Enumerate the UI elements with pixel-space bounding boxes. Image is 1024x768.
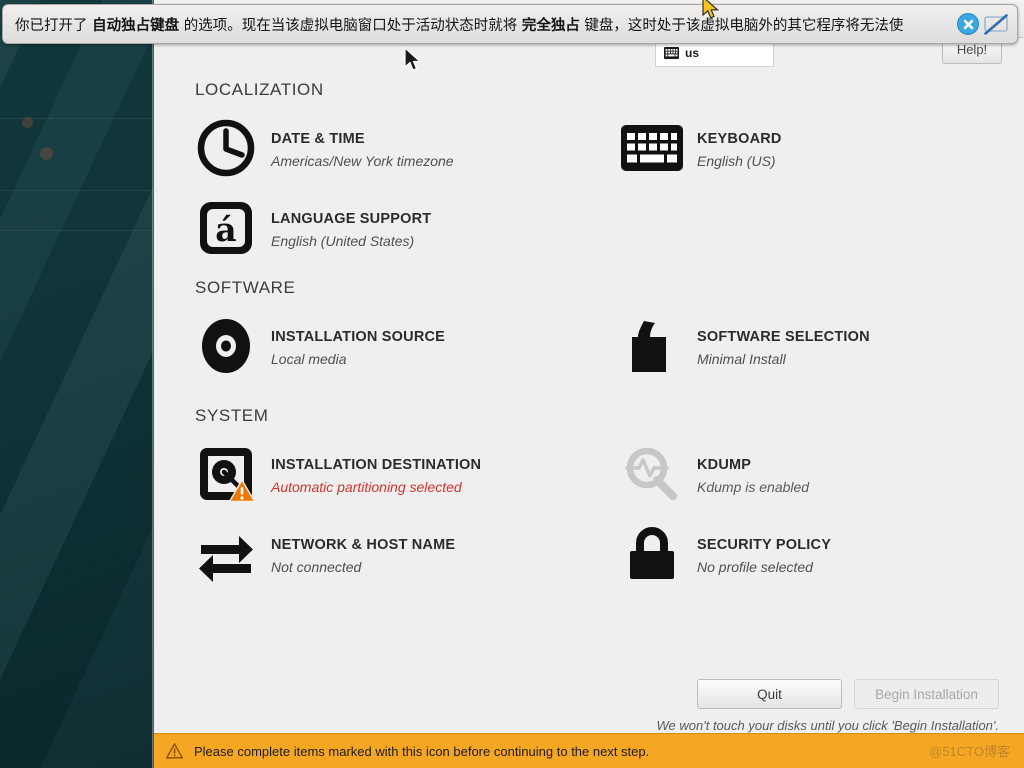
section-software: INSTALLATION SOURCE Local media SOFTWARE… [195, 306, 1024, 386]
hub-subtitle: No profile selected [697, 559, 813, 576]
warning-bar: Please complete items marked with this i… [154, 733, 1024, 768]
hub-subtitle: English (US) [697, 153, 776, 170]
quit-button[interactable]: Quit [697, 679, 842, 709]
hub-title: KDUMP [697, 457, 752, 473]
notification-bold-1: 自动独占键盘 [92, 17, 180, 34]
hub-item-date-time[interactable]: DATE & TIME Americas/New York timezone [195, 108, 621, 188]
hub-item-kdump[interactable]: KDUMP Kdump is enabled [621, 434, 1024, 514]
sidebar-artwork [0, 0, 153, 768]
hub-subtitle: Americas/New York timezone [271, 153, 454, 170]
clock-icon [195, 117, 257, 179]
hub-item-software-selection[interactable]: SOFTWARE SELECTION Minimal Install [621, 306, 1024, 386]
keyboard-icon [621, 117, 683, 179]
hub-subtitle: Not connected [271, 559, 362, 576]
notification-text-mid-1: 的选项。现在当该虚拟电脑窗口处于活动状态时就将 [179, 17, 522, 34]
network-icon [195, 523, 257, 585]
warning-triangle-icon [166, 743, 183, 759]
harddisk-icon [195, 443, 257, 505]
hub-title: SOFTWARE SELECTION [697, 329, 870, 345]
notification-bold-2: 完全独占 [521, 17, 580, 34]
hub-subtitle: English (United States) [271, 233, 415, 250]
lock-icon [621, 523, 683, 585]
footer-buttons: Quit Begin Installation [154, 679, 1024, 709]
warning-bar-text: Please complete items marked with this i… [194, 743, 650, 759]
hub-item-installation-destination[interactable]: INSTALLATION DESTINATION Automatic parti… [195, 434, 621, 514]
mouse-cursor-secondary [702, 0, 720, 25]
hub-title: LANGUAGE SUPPORT [271, 211, 432, 227]
hub-title: KEYBOARD [697, 131, 782, 147]
installer-panel: RED HAT ENTERPRISE LINUX 7.4 INSTALLATIO… [154, 0, 1024, 768]
keyboard-icon [664, 47, 679, 59]
kdump-icon [621, 443, 683, 505]
hub-item-keyboard[interactable]: KEYBOARD English (US) [621, 108, 1024, 188]
package-icon [621, 315, 683, 377]
section-title-system: SYSTEM [195, 406, 269, 425]
hub-content: LOCALIZATION DATE & TIME Americas/New Yo… [154, 80, 1024, 594]
warning-triangle-icon [229, 479, 255, 503]
notification-text-mid-2: 键盘，这时处于该虚拟电脑外的其它程序将无法使 [579, 17, 904, 34]
hub-item-installation-source[interactable]: INSTALLATION SOURCE Local media [195, 306, 621, 386]
mouse-cursor [404, 46, 422, 78]
footer-note: We won't touch your disks until you clic… [656, 718, 999, 733]
keyboard-disabled-icon[interactable] [983, 12, 1009, 36]
notification-text-before: 你已打开了 [15, 17, 93, 34]
hub-subtitle: Minimal Install [697, 351, 786, 368]
svg-text:á: á [215, 210, 236, 249]
section-title-software: SOFTWARE [195, 278, 296, 297]
hub-title: SECURITY POLICY [697, 537, 832, 553]
hub-item-security-policy[interactable]: SECURITY POLICY No profile selected [621, 514, 1024, 594]
hub-item-language-support[interactable]: á LANGUAGE SUPPORT English (United State… [195, 188, 621, 268]
hub-subtitle: Automatic partitioning selected [271, 479, 462, 496]
grid-filler [621, 188, 1024, 268]
section-system: INSTALLATION DESTINATION Automatic parti… [195, 434, 1024, 594]
close-icon[interactable] [957, 13, 979, 35]
notification-text: 你已打开了 自动独占键盘 的选项。现在当该虚拟电脑窗口处于活动状态时就将 完全独… [15, 14, 955, 35]
hub-item-network-host-name[interactable]: NETWORK & HOST NAME Not connected [195, 514, 621, 594]
language-icon: á [195, 197, 257, 259]
virtualbox-notification: 你已打开了 自动独占键盘 的选项。现在当该虚拟电脑窗口处于活动状态时就将 完全独… [2, 4, 1018, 44]
begin-installation-button[interactable]: Begin Installation [854, 679, 999, 709]
hub-title: DATE & TIME [271, 131, 365, 147]
disc-icon [195, 315, 257, 377]
hub-title: NETWORK & HOST NAME [271, 537, 456, 553]
hub-subtitle: Local media [271, 351, 347, 368]
hub-title: INSTALLATION DESTINATION [271, 457, 482, 473]
watermark: @51CTO博客 [929, 744, 1010, 759]
keyboard-layout-label: us [685, 46, 700, 60]
section-localization: DATE & TIME Americas/New York timezone K… [195, 108, 1024, 268]
installer-screen: RED HAT ENTERPRISE LINUX 7.4 INSTALLATIO… [0, 0, 1024, 768]
footer: Quit Begin Installation We won't touch y… [154, 679, 1024, 733]
hub-subtitle: Kdump is enabled [697, 479, 810, 496]
hub-title: INSTALLATION SOURCE [271, 329, 446, 345]
section-title-localization: LOCALIZATION [195, 80, 324, 99]
